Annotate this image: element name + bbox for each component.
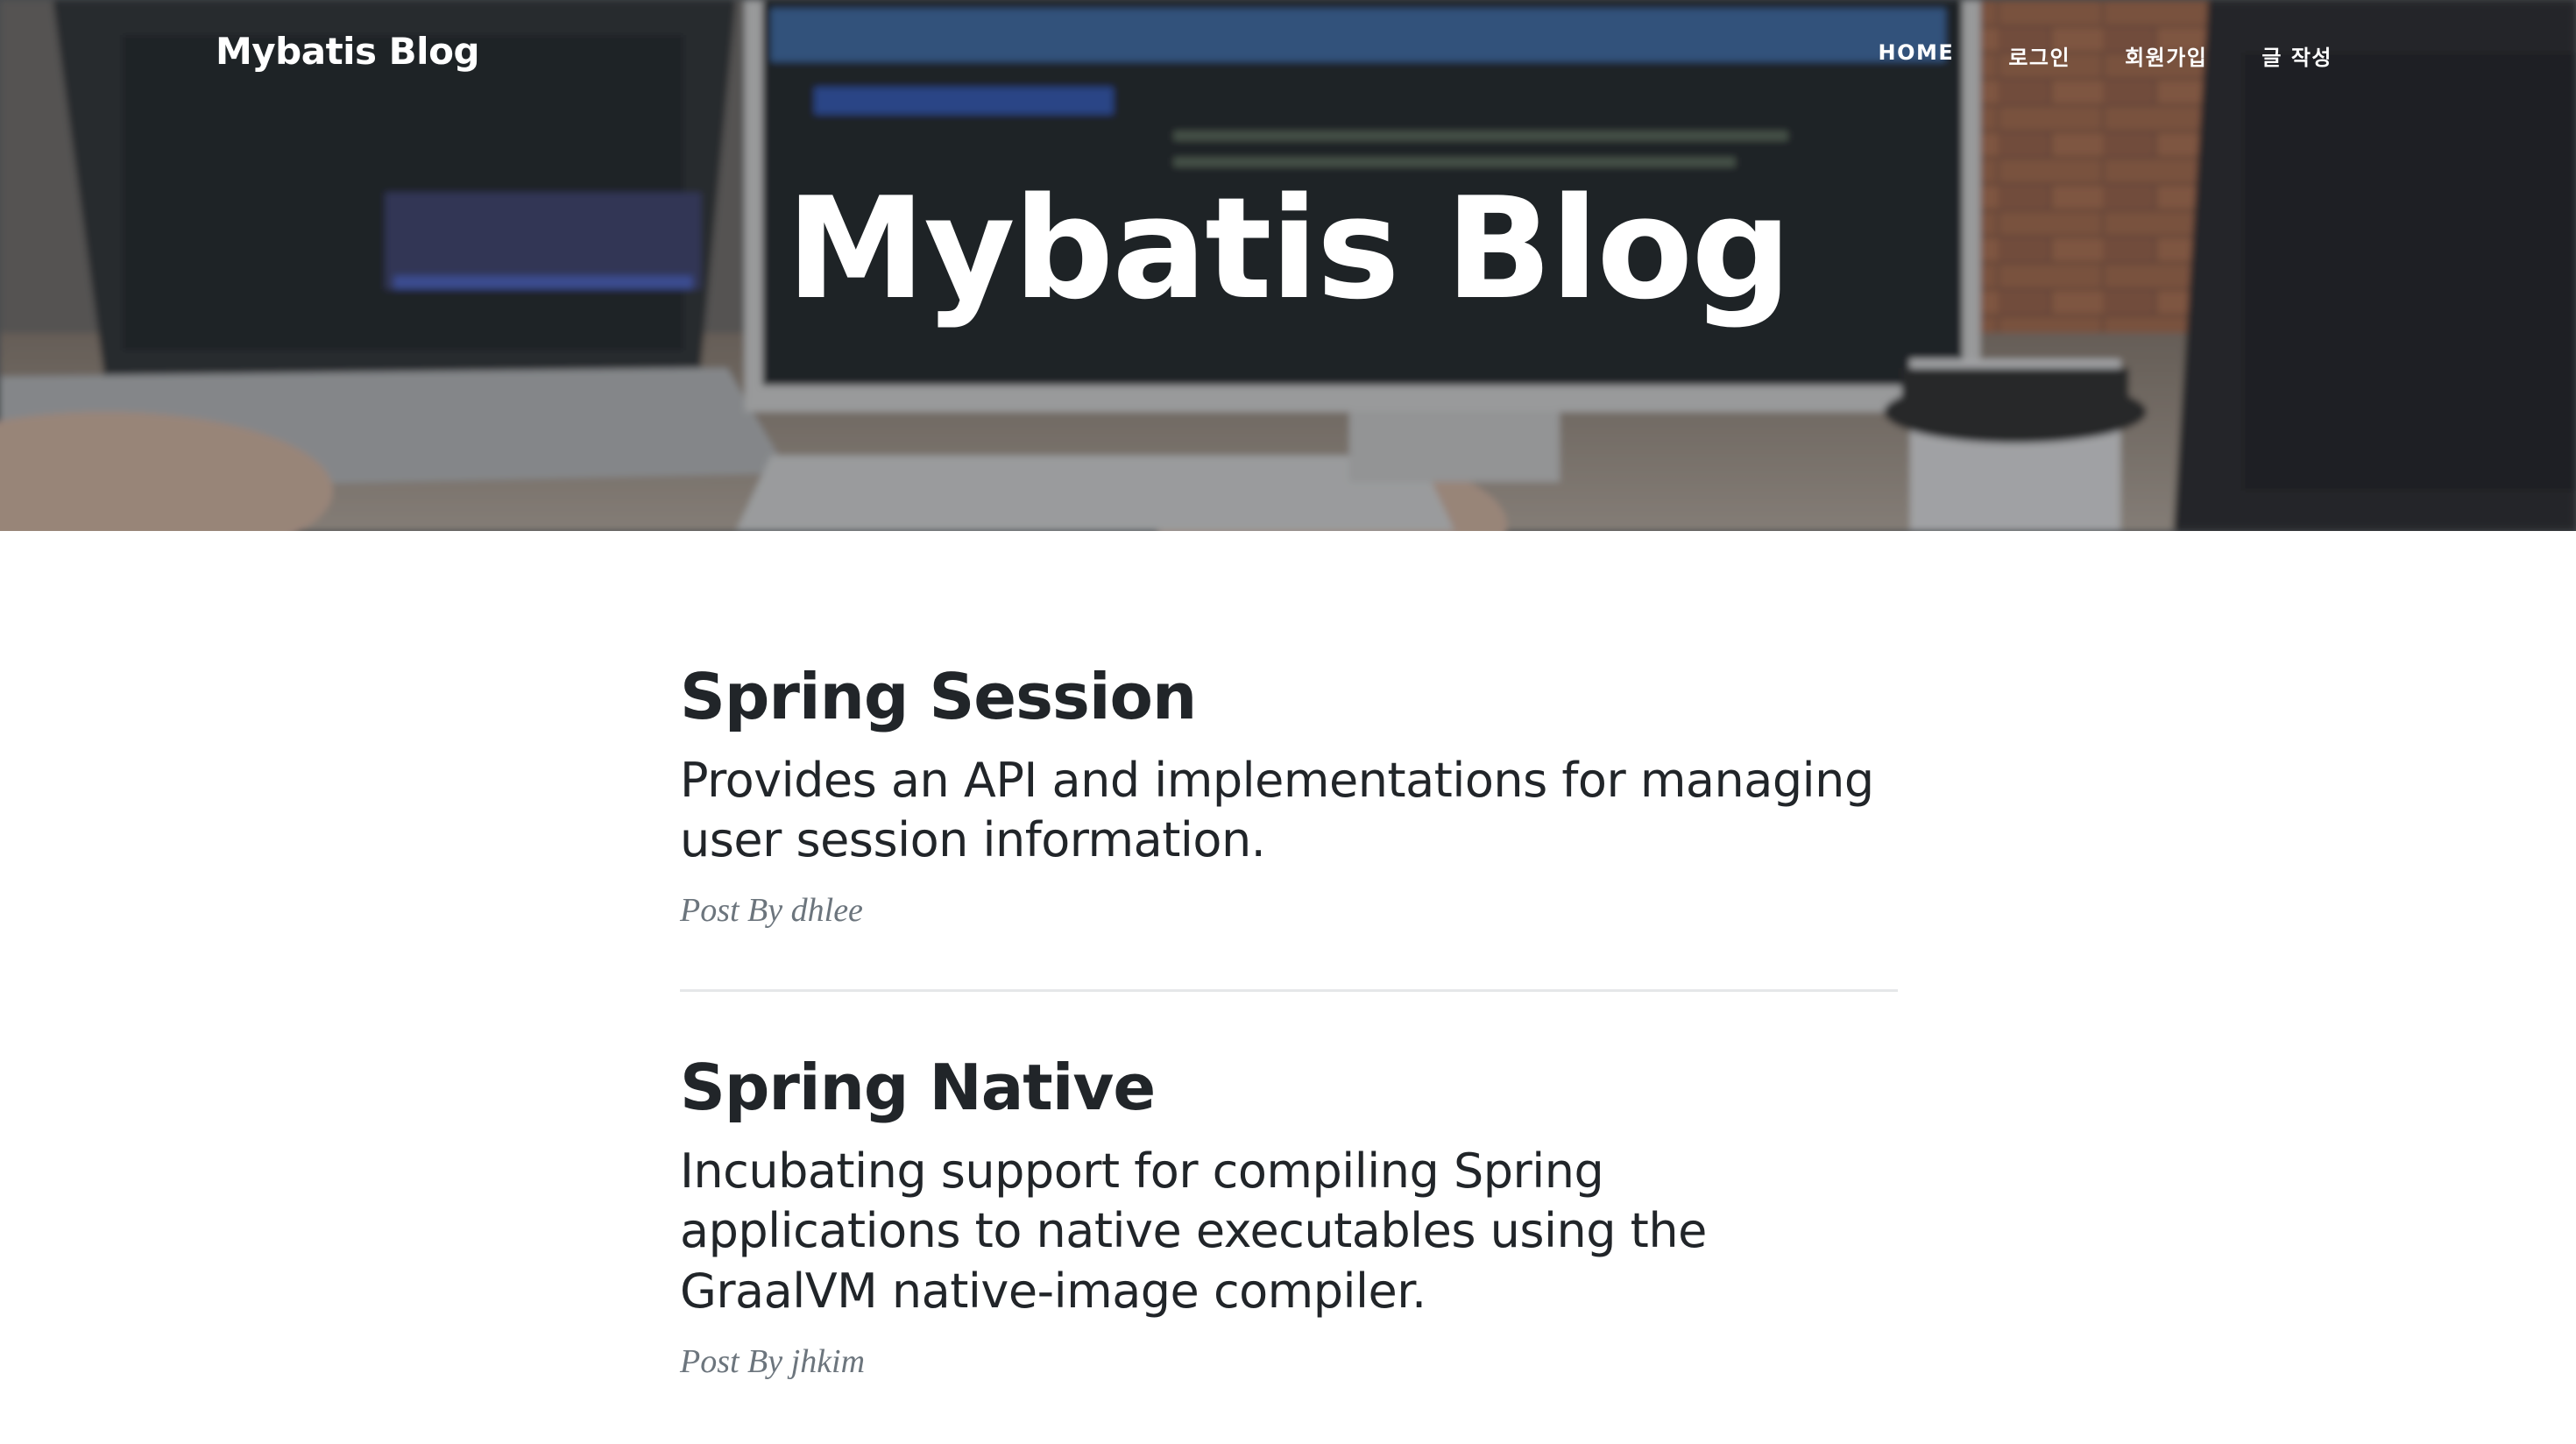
main-navbar: Mybatis Blog HOME 로그인 회원가입 글 작성 — [0, 0, 2576, 114]
nav-link-login[interactable]: 로그인 — [2008, 46, 2070, 70]
post-title[interactable]: Spring Native — [680, 1053, 1898, 1122]
hero-heading: Mybatis Blog — [786, 166, 1792, 330]
nav-menu: HOME 로그인 회원가입 글 작성 — [1879, 40, 2332, 71]
post-subtitle[interactable]: Provides an API and implementations for … — [680, 751, 1898, 870]
nav-link-write-post[interactable]: 글 작성 — [2261, 46, 2332, 70]
post-preview[interactable]: Spring Native Incubating support for com… — [680, 1053, 1898, 1440]
post-subtitle[interactable]: Incubating support for compiling Spring … — [680, 1142, 1898, 1320]
nav-link-signup[interactable]: 회원가입 — [2125, 46, 2207, 70]
nav-item-write-post: 글 작성 — [2261, 40, 2332, 71]
brand-link[interactable]: Mybatis Blog — [216, 30, 480, 73]
nav-link-home[interactable]: HOME — [1879, 40, 1955, 65]
nav-item-signup: 회원가입 — [2125, 40, 2207, 71]
post-meta: Post By jhkim — [680, 1342, 866, 1380]
post-preview[interactable]: Spring Session Provides an API and imple… — [680, 662, 1898, 989]
nav-item-login: 로그인 — [2008, 40, 2070, 71]
post-list: Spring Session Provides an API and imple… — [680, 662, 1898, 1440]
post-title[interactable]: Spring Session — [680, 662, 1898, 732]
post-meta: Post By dhlee — [680, 892, 863, 930]
masthead: Mybatis Blog HOME 로그인 회원가입 글 작성 Mybatis … — [0, 0, 2576, 531]
post-divider — [680, 989, 1898, 993]
nav-item-home: HOME — [1879, 40, 1955, 71]
